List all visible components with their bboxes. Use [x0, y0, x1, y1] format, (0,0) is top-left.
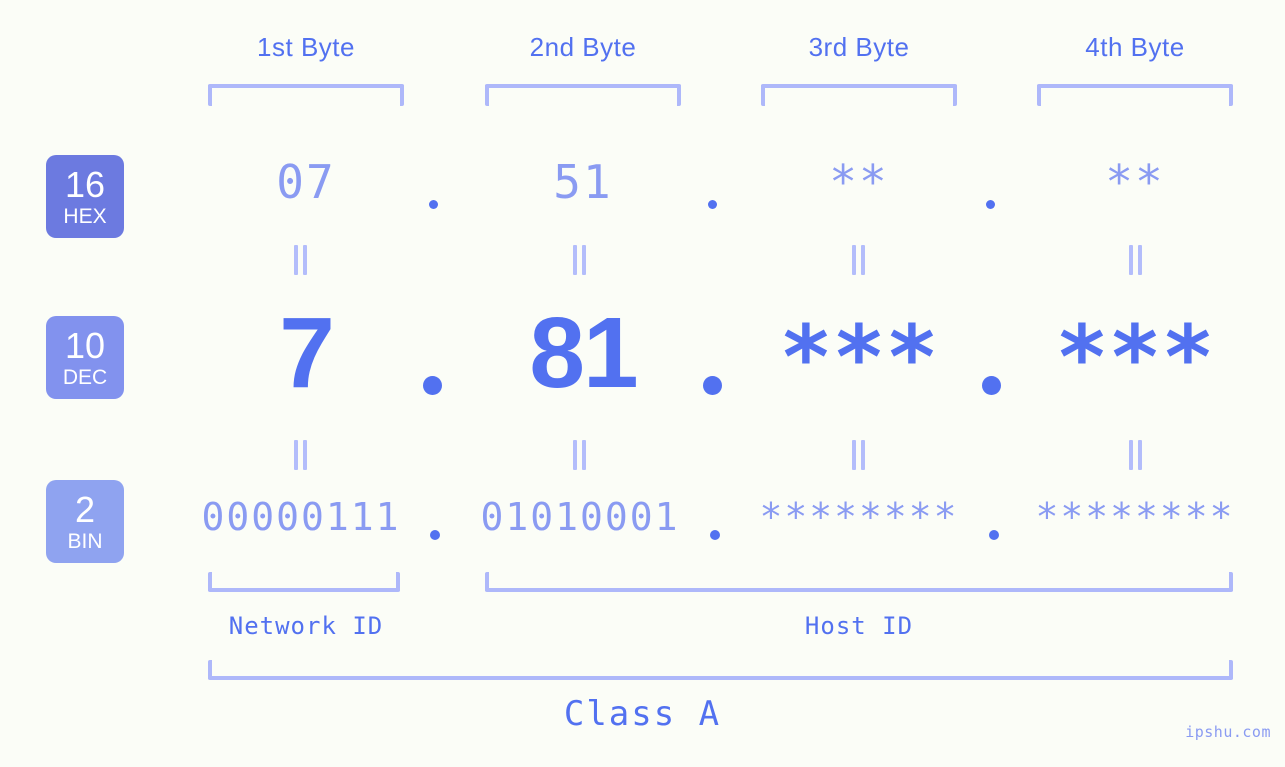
watermark: ipshu.com: [1185, 723, 1271, 741]
equals-connector-hex-dec-4: [1128, 245, 1144, 275]
byte-bracket-2: [485, 84, 681, 106]
dec-separator-dot-1: [423, 376, 442, 395]
equals-connector-dec-bin-3: [851, 440, 867, 470]
byte-bracket-4: [1037, 84, 1233, 106]
dec-byte-4: ***: [1055, 306, 1215, 409]
hex-separator-dot-3: [986, 200, 995, 209]
network-id-bracket: [208, 572, 400, 592]
bin-byte-2: 01010001: [480, 495, 680, 539]
byte-label-3: 3rd Byte: [808, 32, 910, 62]
byte-label-2: 2nd Byte: [529, 32, 637, 62]
hex-byte-2: 51: [553, 155, 613, 209]
dec-byte-1: 7: [279, 297, 335, 409]
byte-label-4: 4th Byte: [1085, 32, 1185, 62]
base-badge-bin-number: 2: [74, 488, 96, 530]
base-badge-dec-name: DEC: [62, 365, 108, 389]
bin-separator-dot-2: [710, 530, 720, 540]
bin-byte-1: 00000111: [201, 495, 401, 539]
base-badge-hex[interactable]: 16 HEX: [46, 155, 124, 238]
hex-byte-3: **: [829, 155, 889, 209]
base-badge-dec-number: 10: [64, 324, 106, 366]
base-badge-hex-name: HEX: [63, 204, 107, 228]
bin-byte-4: ********: [1035, 495, 1235, 539]
equals-connector-dec-bin-1: [293, 440, 309, 470]
byte-bracket-3: [761, 84, 957, 106]
base-badge-bin-name: BIN: [67, 529, 103, 553]
hex-byte-4: **: [1105, 155, 1165, 209]
equals-connector-hex-dec-1: [293, 245, 309, 275]
equals-connector-hex-dec-2: [572, 245, 588, 275]
dec-separator-dot-2: [703, 376, 722, 395]
equals-connector-hex-dec-3: [851, 245, 867, 275]
equals-connector-dec-bin-2: [572, 440, 588, 470]
byte-label-1: 1st Byte: [257, 32, 355, 62]
equals-connector-dec-bin-4: [1128, 440, 1144, 470]
dec-byte-2: 81: [529, 297, 638, 409]
hex-separator-dot-2: [708, 200, 717, 209]
base-badge-hex-number: 16: [64, 163, 106, 205]
bin-separator-dot-3: [989, 530, 999, 540]
ip-address-breakdown-diagram: 1st Byte 2nd Byte 3rd Byte 4th Byte 16 H…: [0, 0, 1285, 767]
base-badge-bin[interactable]: 2 BIN: [46, 480, 124, 563]
bin-byte-3: ********: [759, 495, 959, 539]
hex-separator-dot-1: [429, 200, 438, 209]
hex-byte-1: 07: [276, 155, 336, 209]
host-id-bracket: [485, 572, 1233, 592]
dec-byte-3: ***: [779, 306, 939, 409]
class-label: Class A: [563, 694, 722, 734]
host-id-label: Host ID: [804, 612, 914, 640]
byte-bracket-1: [208, 84, 404, 106]
class-bracket: [208, 660, 1233, 680]
base-badge-dec[interactable]: 10 DEC: [46, 316, 124, 399]
network-id-label: Network ID: [228, 612, 384, 640]
bin-separator-dot-1: [430, 530, 440, 540]
dec-separator-dot-3: [982, 376, 1001, 395]
